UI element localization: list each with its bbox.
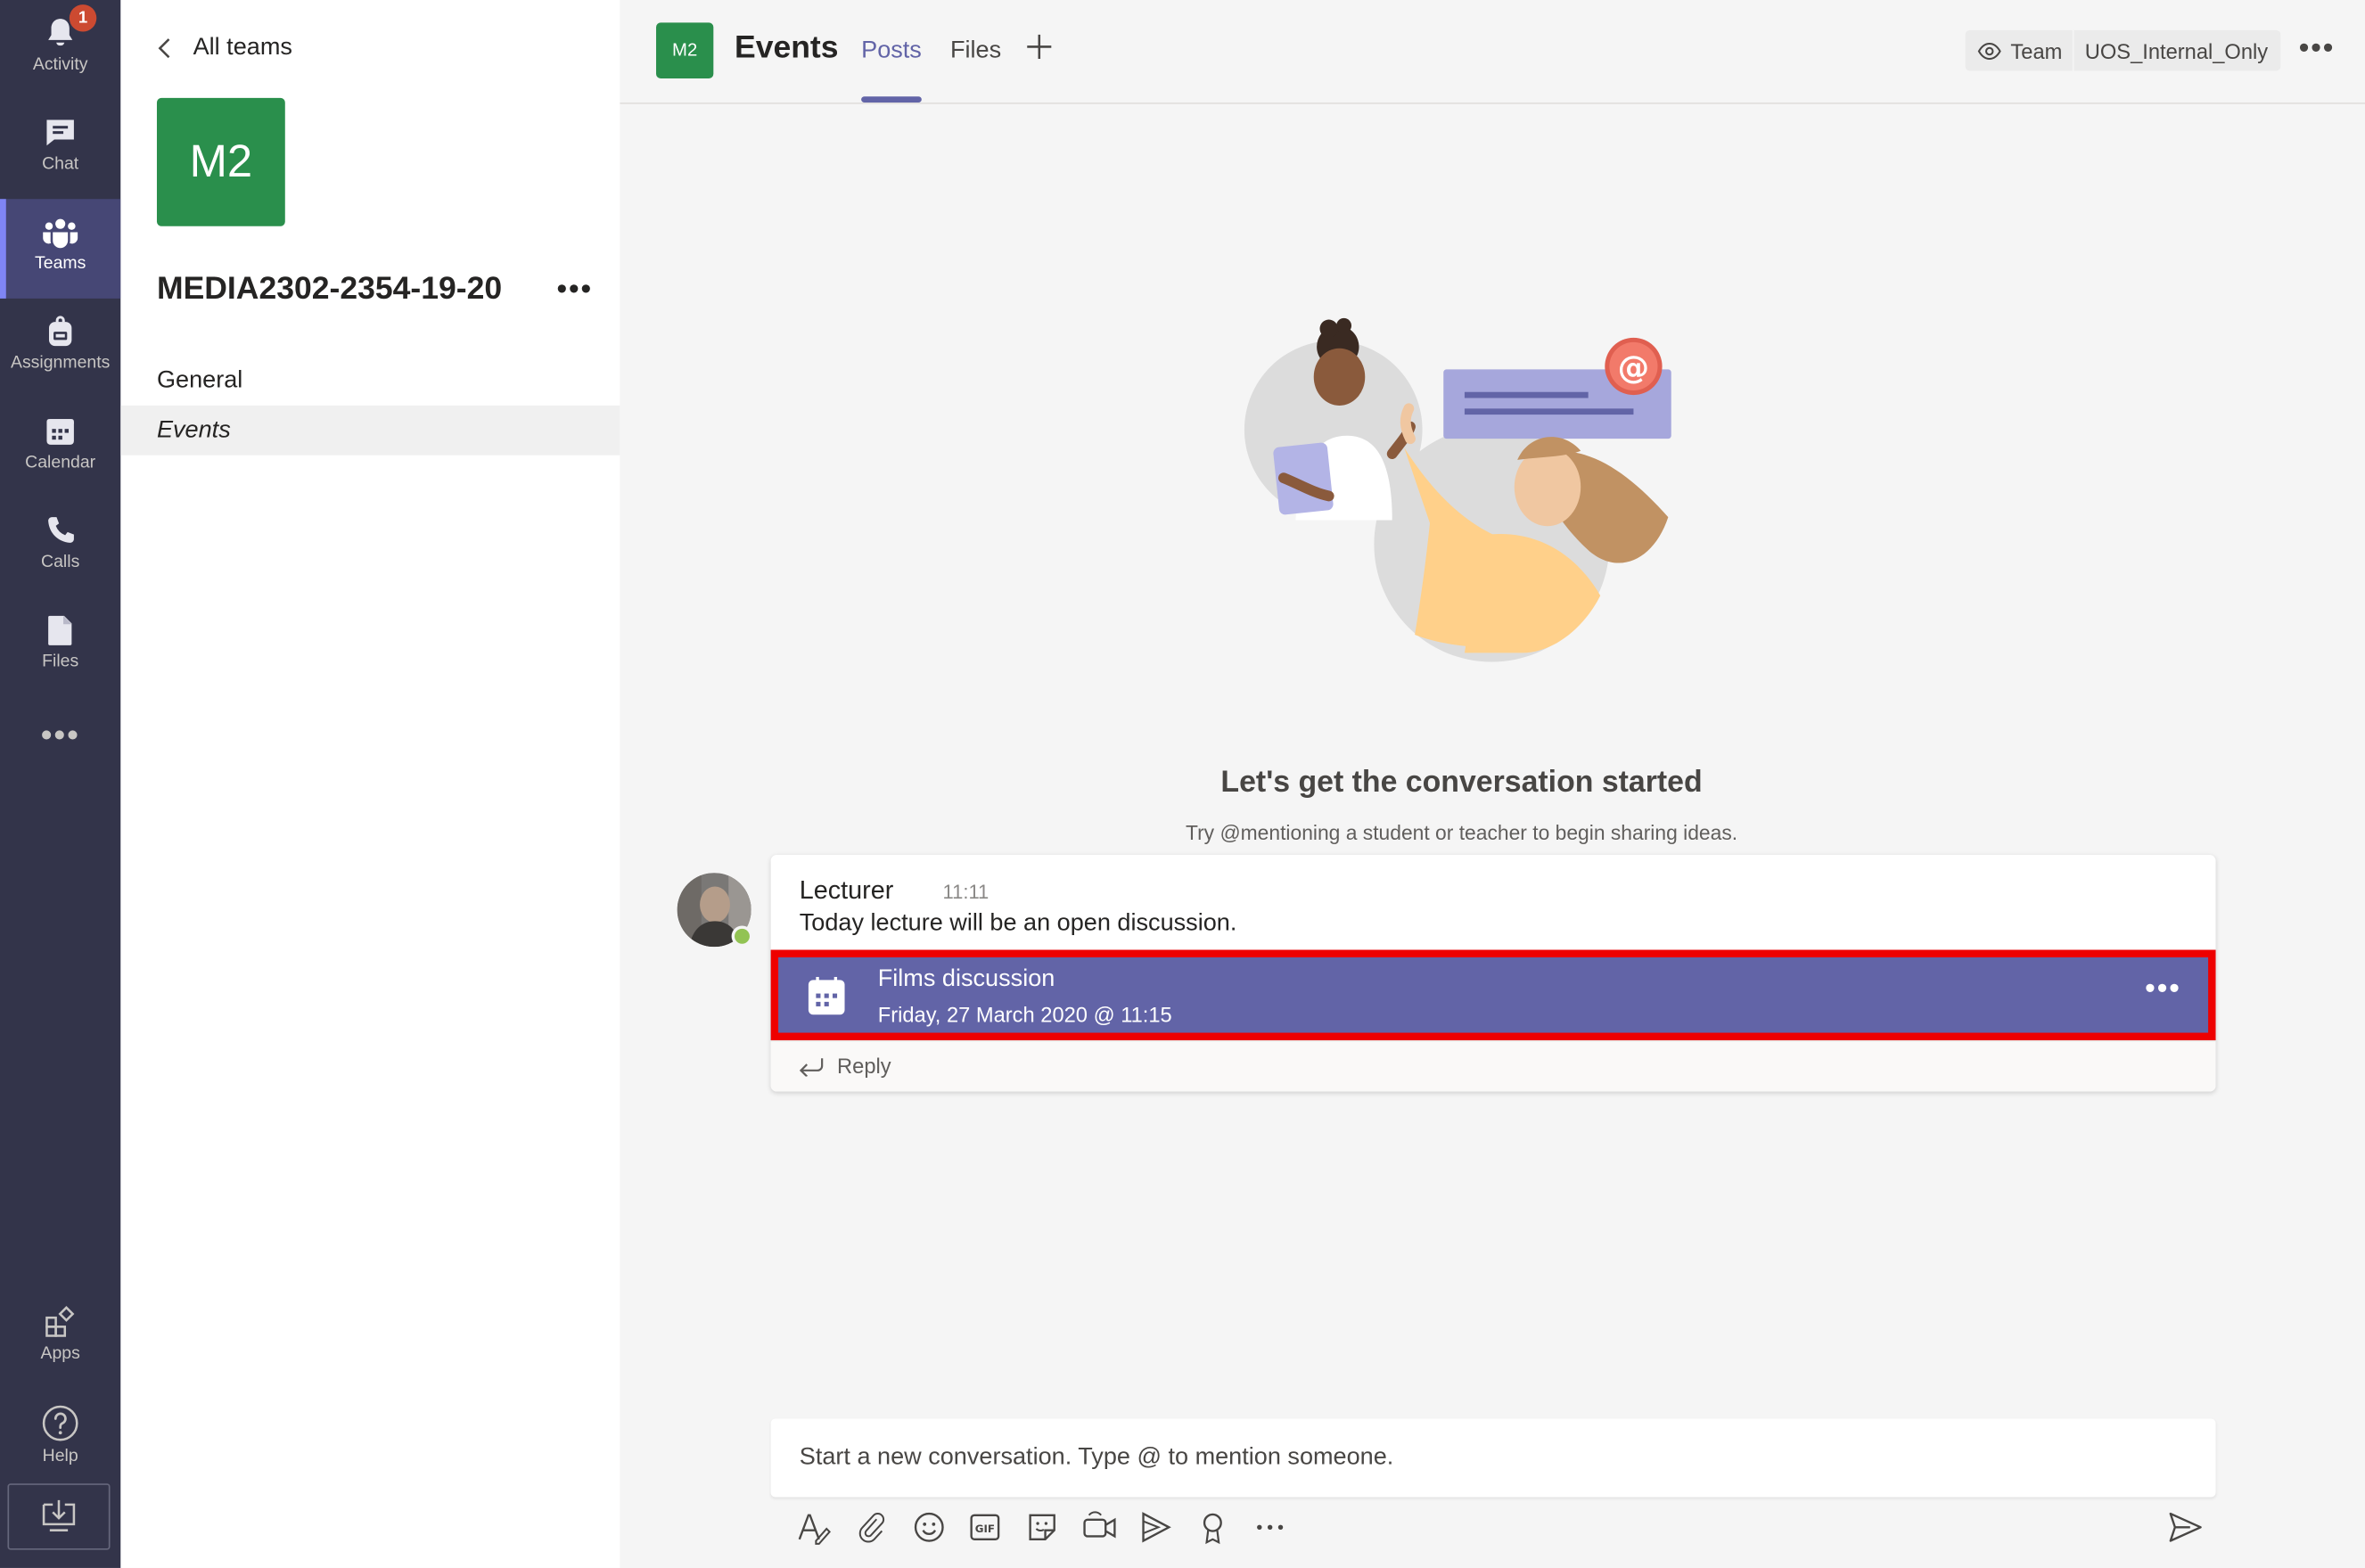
attach-button[interactable] xyxy=(852,1507,891,1547)
more-compose-options[interactable] xyxy=(1251,1507,1290,1547)
meeting-event-card[interactable]: Films discussion Friday, 27 March 2020 @… xyxy=(770,949,2216,1040)
video-camera-icon xyxy=(1083,1511,1116,1539)
file-icon xyxy=(48,615,72,645)
post-timestamp: 11:11 xyxy=(942,880,990,904)
channel-more-options-icon[interactable]: ••• xyxy=(2299,32,2336,67)
active-tab-indicator xyxy=(861,96,922,103)
rail-label: Calls xyxy=(41,553,80,572)
all-teams-label: All teams xyxy=(193,34,292,61)
event-more-options-icon[interactable]: ••• xyxy=(2145,973,2181,1007)
stream-play-icon xyxy=(1142,1512,1171,1543)
sticker-icon xyxy=(1029,1514,1055,1541)
rail-item-teams[interactable]: Teams xyxy=(0,199,121,299)
tab-files[interactable]: Files xyxy=(950,37,1001,64)
event-date: Friday, 27 March 2020 @ 11:15 xyxy=(877,1002,1172,1027)
add-tab-button[interactable] xyxy=(1024,32,1055,70)
message-post: Lecturer 11:11 Today lecture will be an … xyxy=(770,854,2216,1092)
emoji-button[interactable] xyxy=(909,1507,948,1547)
rail-item-activity[interactable]: 1 Activity xyxy=(0,0,120,100)
all-teams-back-button[interactable]: All teams xyxy=(157,27,292,69)
teams-app: 1 Activity Chat Teams Assignments Calend… xyxy=(0,0,2365,1568)
paperclip-icon xyxy=(858,1513,885,1543)
gif-icon: GIF xyxy=(970,1514,1000,1541)
backpack-icon xyxy=(48,316,72,347)
help-icon xyxy=(42,1405,78,1441)
svg-text:@: @ xyxy=(1618,350,1650,387)
privacy-value: UOS_Internal_Only xyxy=(2084,38,2269,63)
chat-icon xyxy=(46,119,74,146)
rail-item-assignments[interactable]: Assignments xyxy=(0,299,120,398)
tab-posts[interactable]: Posts xyxy=(861,37,922,64)
plus-icon xyxy=(1027,34,1052,59)
team-name: MEDIA2302-2354-19-20 xyxy=(156,271,503,307)
conversation-illustration: @ xyxy=(1244,317,1671,662)
team-privacy-badge[interactable]: Team UOS_Internal_Only xyxy=(1965,29,2280,71)
channel-events[interactable]: Events xyxy=(120,405,620,456)
team-panel: All teams M2 MEDIA2302-2354-19-20 ••• Ge… xyxy=(120,0,620,1568)
download-icon xyxy=(42,1499,76,1531)
gif-button[interactable]: GIF xyxy=(965,1507,1005,1547)
new-conversation-input[interactable] xyxy=(770,1418,2216,1498)
apps-icon xyxy=(45,1305,75,1337)
activity-badge: 1 xyxy=(69,4,97,32)
channel-main: M2 Events Posts Files Team UOS_Internal_… xyxy=(620,0,2365,1568)
rail-item-calls[interactable]: Calls xyxy=(0,497,120,597)
send-icon xyxy=(2169,1512,2202,1542)
presence-available-icon xyxy=(731,925,753,948)
post-body: Today lecture will be an open discussion… xyxy=(799,910,1237,937)
rail-item-files[interactable]: Files xyxy=(0,597,120,697)
teams-icon xyxy=(43,218,78,249)
meet-now-button[interactable] xyxy=(1080,1507,1119,1547)
channel-general[interactable]: General xyxy=(120,356,620,406)
channel-team-avatar: M2 xyxy=(656,22,714,78)
praise-button[interactable] xyxy=(1193,1507,1232,1547)
download-app-button[interactable] xyxy=(7,1483,111,1550)
reply-arrow-icon xyxy=(799,1058,824,1077)
empty-state-title: Let's get the conversation started xyxy=(1220,766,1703,800)
rail-more-icon[interactable]: ••• xyxy=(0,718,120,772)
rail-item-calendar[interactable]: Calendar xyxy=(0,398,120,498)
empty-state-subtitle: Try @mentioning a student or teacher to … xyxy=(1185,821,1738,845)
privacy-divider xyxy=(2073,29,2074,71)
privacy-label: Team xyxy=(2010,38,2063,63)
format-button[interactable] xyxy=(795,1507,834,1547)
emoji-icon xyxy=(914,1512,944,1542)
stream-button[interactable] xyxy=(1136,1507,1175,1547)
sticker-button[interactable] xyxy=(1022,1507,1062,1547)
send-button[interactable] xyxy=(2167,1509,2204,1553)
calendar-icon xyxy=(46,419,74,445)
rail-label: Teams xyxy=(35,254,86,274)
rail-label: Assignments xyxy=(10,354,111,373)
post-author[interactable]: Lecturer xyxy=(800,876,894,907)
channel-title: Events xyxy=(735,29,839,65)
praise-badge-icon xyxy=(1203,1513,1222,1545)
rail-label: Help xyxy=(42,1447,78,1465)
reply-button[interactable]: Reply xyxy=(770,1039,2216,1092)
app-rail: 1 Activity Chat Teams Assignments Calend… xyxy=(0,0,121,1568)
eye-icon xyxy=(1977,42,2001,60)
calendar-event-icon xyxy=(808,976,845,1015)
format-text-icon xyxy=(798,1514,831,1545)
rail-item-apps[interactable]: Apps xyxy=(0,1289,120,1389)
rail-label: Activity xyxy=(32,55,88,74)
rail-item-help[interactable]: Help xyxy=(0,1389,120,1489)
team-avatar: M2 xyxy=(156,97,285,226)
phone-icon xyxy=(48,517,74,543)
rail-label: Calendar xyxy=(25,454,96,472)
rail-label: Apps xyxy=(40,1344,80,1363)
channel-header: M2 Events Posts Files Team UOS_Internal_… xyxy=(620,0,2365,104)
rail-label: Files xyxy=(42,653,79,671)
compose-box xyxy=(770,1418,2216,1498)
chevron-left-icon xyxy=(158,38,170,59)
team-more-options-icon[interactable]: ••• xyxy=(556,273,593,308)
reply-label: Reply xyxy=(837,1054,891,1079)
rail-item-chat[interactable]: Chat xyxy=(0,100,120,200)
event-title: Films discussion xyxy=(877,966,1055,992)
svg-text:GIF: GIF xyxy=(975,1523,995,1535)
more-horizontal-icon xyxy=(1257,1524,1284,1530)
rail-label: Chat xyxy=(42,155,79,174)
